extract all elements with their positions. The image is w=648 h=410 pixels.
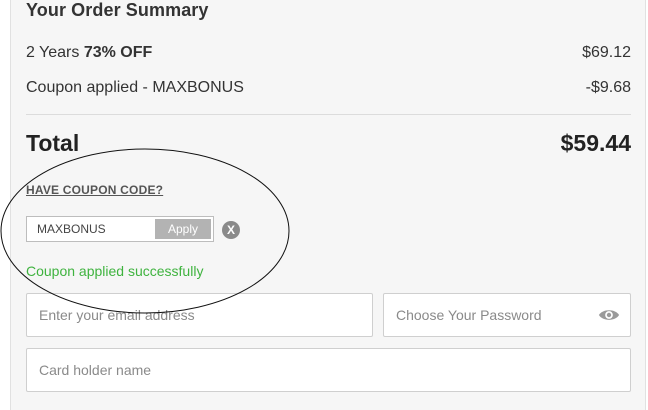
coupon-code-input[interactable] — [27, 217, 155, 241]
coupon-line-label: Coupon applied - MAXBONUS — [26, 79, 244, 96]
total-row: Total $59.44 — [26, 130, 631, 157]
password-field-container — [383, 293, 631, 337]
cardholder-field-container — [26, 348, 631, 392]
eye-icon[interactable] — [598, 306, 620, 324]
email-field-container — [26, 293, 373, 337]
coupon-line-amount: -$9.68 — [585, 79, 631, 96]
plan-amount: $69.12 — [582, 44, 631, 61]
plan-line-item: 2 Years 73% OFF $69.12 — [26, 44, 631, 62]
order-summary-title: Your Order Summary — [26, 0, 209, 20]
have-coupon-link[interactable]: HAVE COUPON CODE? — [26, 183, 163, 197]
plan-duration: 2 Years — [26, 44, 84, 61]
plan-discount: 73% OFF — [83, 44, 153, 61]
apply-coupon-button[interactable]: Apply — [155, 219, 211, 239]
coupon-success-message: Coupon applied successfully — [26, 263, 204, 279]
password-input[interactable] — [384, 294, 630, 336]
total-label: Total — [26, 130, 80, 156]
close-circle-icon[interactable]: X — [222, 221, 240, 239]
coupon-code-box: Apply — [26, 216, 214, 242]
coupon-line-item: Coupon applied - MAXBONUS -$9.68 — [26, 79, 631, 97]
summary-divider — [26, 114, 631, 115]
cardholder-name-input[interactable] — [27, 349, 630, 391]
email-input[interactable] — [27, 294, 372, 336]
plan-label: 2 Years 73% OFF — [26, 44, 152, 62]
total-amount: $59.44 — [560, 130, 631, 156]
